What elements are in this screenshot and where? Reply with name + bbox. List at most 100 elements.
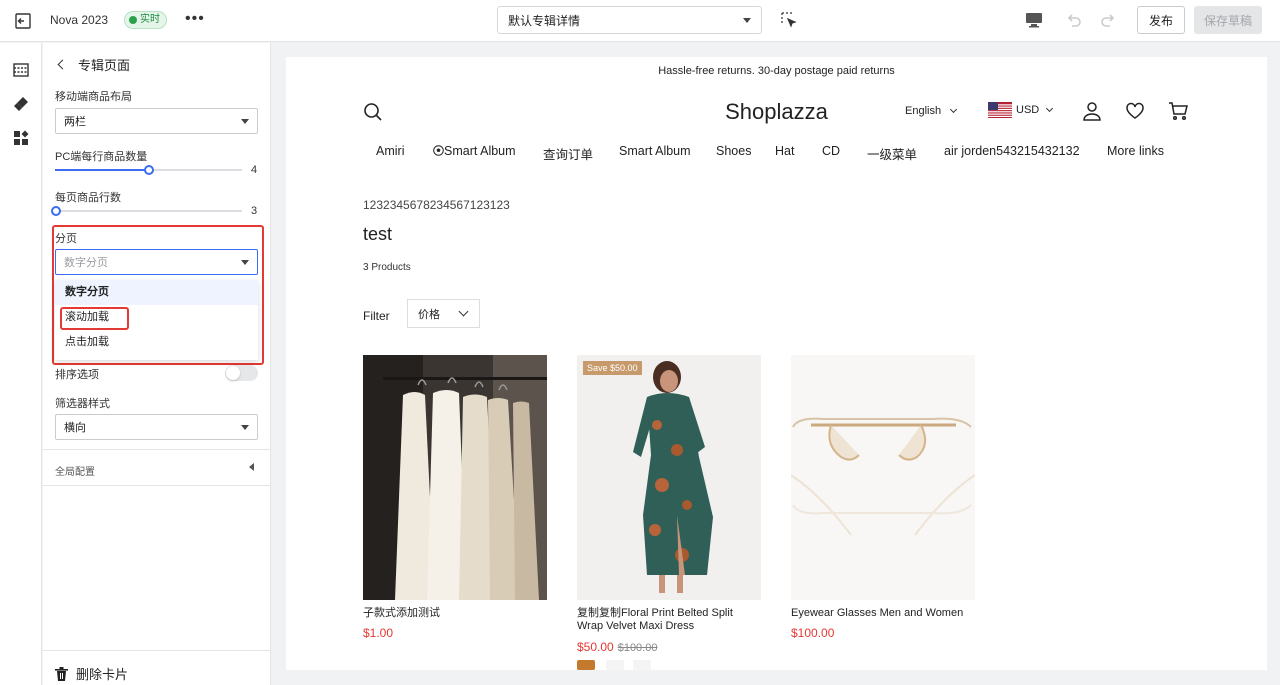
live-badge-label: 实时 xyxy=(140,14,160,25)
nav-item-cd[interactable]: CD xyxy=(822,144,840,158)
product-image-3[interactable] xyxy=(791,355,975,600)
pagination-option-load-more[interactable]: 点击加载 xyxy=(55,330,258,355)
eyeglasses-photo xyxy=(791,355,975,600)
nav-item-air-jorden[interactable]: air jorden543215432132 xyxy=(944,144,1080,158)
color-swatch[interactable] xyxy=(633,660,651,670)
sections-icon[interactable] xyxy=(12,61,30,79)
account-icon[interactable] xyxy=(1082,101,1102,121)
chevron-down-icon xyxy=(458,306,469,317)
rows-per-page-label: 每页商品行数 xyxy=(55,192,121,204)
pagination-placeholder: 数字分页 xyxy=(64,257,108,269)
nav-item-level-one-menu[interactable]: 一级菜单 xyxy=(867,144,917,163)
exit-icon[interactable] xyxy=(14,12,32,30)
back-chevron-icon[interactable] xyxy=(57,59,68,70)
panel-header[interactable]: 专辑页面 xyxy=(55,55,130,74)
announcement-bar: Hassle-free returns. 30-day postage paid… xyxy=(658,65,895,77)
product-image-1[interactable] xyxy=(363,355,547,600)
sale-price: $50.00 xyxy=(577,640,614,654)
top-bar: Nova 2023 实时 ••• 默认专辑详情 发布 保存草稿 xyxy=(0,0,1280,42)
product-image-2[interactable]: Save $50.00 xyxy=(577,355,761,600)
compare-at-price: $100.00 xyxy=(617,642,658,654)
wishlist-heart-icon[interactable] xyxy=(1125,101,1145,121)
nav-item-hat[interactable]: Hat xyxy=(775,144,794,158)
divider xyxy=(43,449,271,450)
pagination-select[interactable]: 数字分页 xyxy=(55,249,258,275)
nav-item-shoes[interactable]: Shoes xyxy=(716,144,751,158)
pagination-label: 分页 xyxy=(55,233,77,245)
pc-per-row-slider[interactable] xyxy=(55,165,242,175)
toggle-knob xyxy=(226,366,240,380)
color-swatch[interactable] xyxy=(606,660,624,670)
price-filter-label: 价格 xyxy=(418,308,440,321)
rows-per-page-slider[interactable] xyxy=(51,206,242,216)
nav-item-label: Smart Album xyxy=(444,144,516,158)
desktop-view-icon[interactable] xyxy=(1025,12,1043,28)
redo-icon[interactable] xyxy=(1100,11,1118,29)
slider-handle[interactable] xyxy=(144,165,154,175)
nav-item-amiri[interactable]: Amiri xyxy=(376,144,404,158)
undo-icon[interactable] xyxy=(1064,11,1082,29)
theme-brush-icon[interactable] xyxy=(12,95,30,113)
rows-per-page-value: 3 xyxy=(251,205,258,217)
save-draft-button[interactable]: 保存草稿 xyxy=(1194,6,1262,34)
language-value: English xyxy=(905,105,942,117)
mobile-layout-select[interactable]: 两栏 xyxy=(55,108,258,134)
panel-title: 专辑页面 xyxy=(78,58,131,73)
nav-item-smart-album-2[interactable]: Smart Album xyxy=(619,144,691,158)
color-swatch[interactable] xyxy=(577,660,595,670)
chevron-down-icon xyxy=(241,259,249,265)
pc-per-row-label: PC端每行商品数量 xyxy=(55,151,148,163)
pc-per-row-value: 4 xyxy=(251,164,258,176)
currency-selector[interactable]: USD xyxy=(988,102,1054,118)
filter-style-value: 横向 xyxy=(64,422,86,434)
chevron-down-icon xyxy=(743,17,751,23)
pagination-option-numeric[interactable]: 数字分页 xyxy=(55,280,258,305)
inspect-select-icon[interactable] xyxy=(781,12,797,28)
chevron-down-icon xyxy=(1046,104,1054,113)
page-template-select[interactable]: 默认专辑详情 xyxy=(497,6,762,34)
collection-title: test xyxy=(363,224,393,244)
chevron-down-icon xyxy=(241,118,249,124)
language-selector[interactable]: English xyxy=(905,105,958,117)
store-logo[interactable]: Shoplazza xyxy=(286,99,1267,125)
clothing-rack-photo xyxy=(363,355,547,600)
page-template-value: 默认专辑详情 xyxy=(508,13,581,28)
apps-icon[interactable] xyxy=(12,129,30,147)
global-config-label[interactable]: 全局配置 xyxy=(55,463,95,478)
settings-panel: 专辑页面 移动端商品布局 两栏 PC端每行商品数量 4 每页商品行数 3 分页 … xyxy=(43,43,271,685)
filter-style-label: 筛选器样式 xyxy=(55,398,110,410)
product-price-1: $1.00 xyxy=(363,626,394,640)
divider xyxy=(43,650,271,651)
filter-style-select[interactable]: 横向 xyxy=(55,414,258,440)
divider xyxy=(43,485,271,486)
mobile-layout-value: 两栏 xyxy=(64,116,86,128)
delete-card-label: 删除卡片 xyxy=(76,667,129,682)
theme-name: Nova 2023 xyxy=(50,13,109,27)
publish-button[interactable]: 发布 xyxy=(1137,6,1185,34)
nav-item-order-lookup[interactable]: 查询订单 xyxy=(543,144,593,163)
sort-option-toggle[interactable] xyxy=(225,365,258,381)
left-icon-rail xyxy=(0,43,42,685)
storefront-preview: Hassle-free returns. 30-day postage paid… xyxy=(286,57,1267,670)
product-price-2: $50.00 $100.00 xyxy=(577,640,657,654)
sort-option-label: 排序选项 xyxy=(55,369,99,381)
chevron-down-icon xyxy=(950,105,958,114)
option-highlight-box xyxy=(60,307,129,330)
slider-fill xyxy=(55,169,149,171)
trash-icon xyxy=(55,666,68,681)
product-name-2[interactable]: 复制复制Floral Print Belted Split Wrap Velve… xyxy=(577,607,761,633)
collapse-left-icon[interactable] xyxy=(249,463,254,471)
product-name-3[interactable]: Eyewear Glasses Men and Women xyxy=(791,607,975,620)
slider-handle[interactable] xyxy=(51,206,61,216)
nav-item-smart-album-1[interactable]: Smart Album xyxy=(433,144,516,158)
us-flag-icon xyxy=(988,102,1012,118)
more-options-icon[interactable]: ••• xyxy=(185,11,205,27)
price-filter-dropdown[interactable]: 价格 xyxy=(407,299,480,328)
product-price-3: $100.00 xyxy=(791,626,835,640)
cart-icon[interactable] xyxy=(1168,101,1188,121)
live-status-badge: 实时 xyxy=(124,11,167,29)
product-name-1[interactable]: 子款式添加测试 xyxy=(363,607,547,620)
nav-item-more-links[interactable]: More links xyxy=(1107,144,1164,158)
delete-card-button[interactable]: 删除卡片 xyxy=(55,664,128,683)
breadcrumb: 1232345678234567123123 xyxy=(363,198,510,212)
